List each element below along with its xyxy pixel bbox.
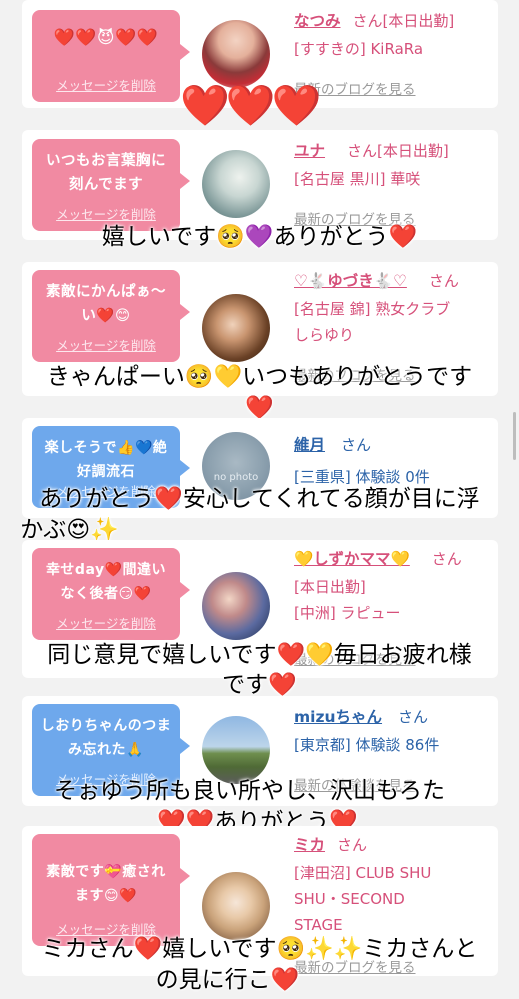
avatar[interactable] xyxy=(202,872,270,940)
overlay-caption: そぉゆう所も良い所やし、沢山もろた xyxy=(54,778,445,804)
shop-info[interactable]: [中洲] ラピュー xyxy=(294,600,494,626)
overlay-caption: ミカさん❤️嬉しいです🥺✨✨ミカさんと xyxy=(41,936,478,962)
hearts-overlay: ❤️❤️❤️ xyxy=(180,83,321,129)
honorific: さん xyxy=(428,272,459,290)
message-text: 素敵です💝癒されます😊❤️ xyxy=(46,864,166,904)
status-info: [本日出勤] xyxy=(294,578,366,596)
shop-info-cont[interactable]: しらゆり xyxy=(294,322,494,348)
message-text: ❤️❤️😈❤️❤️ xyxy=(53,28,159,48)
message-text: 素敵にかんぱぁ〜い❤️😊 xyxy=(46,284,166,324)
delete-message-link[interactable]: メッセージを削除 xyxy=(32,335,180,354)
overlay-caption: 嬉しいです🥺💜ありがとう❤️ xyxy=(101,224,418,250)
message-text: いつもお言葉胸に刻んでます xyxy=(46,153,166,193)
honorific: さん xyxy=(337,836,368,854)
message-bubble: 素敵です💝癒されます😊❤️ メッセージを削除 xyxy=(32,834,190,946)
message-bubble: いつもお言葉胸に刻んでます メッセージを削除 xyxy=(32,139,190,231)
overlay-caption: きゃんぱーい🥺💛いつもありがとうです xyxy=(46,364,473,390)
avatar[interactable] xyxy=(202,150,270,218)
delete-message-link[interactable]: メッセージを削除 xyxy=(32,75,180,94)
message-bubble: 幸せday❤️間違いなく後者😏❤️ メッセージを削除 xyxy=(32,548,190,640)
message-text: しおりちゃんのつまみ忘れた🙏 xyxy=(40,718,172,758)
delete-message-link[interactable]: メッセージを削除 xyxy=(32,613,180,632)
avatar[interactable] xyxy=(202,20,270,88)
honorific: さん xyxy=(398,708,429,726)
avatar[interactable] xyxy=(202,716,270,784)
user-name-link[interactable]: mizuちゃん xyxy=(294,708,382,726)
message-bubble: 素敵にかんぱぁ〜い❤️😊 メッセージを削除 xyxy=(32,270,190,362)
shop-info[interactable]: [すすきの] KiRaRa xyxy=(294,36,494,62)
message-text: 幸せday❤️間違いなく後者😏❤️ xyxy=(45,562,167,602)
shop-info[interactable]: [名古屋 錦] 熟女クラブ xyxy=(294,296,494,322)
avatar[interactable] xyxy=(202,572,270,640)
cast-name-link[interactable]: 💛しずかママ💛 xyxy=(294,550,410,568)
shop-info[interactable]: [名古屋 黒川] 華咲 xyxy=(294,166,494,192)
overlay-caption: ありがとう❤️安心してくれてる顔が目に浮 xyxy=(39,486,480,512)
message-bubble: ❤️❤️😈❤️❤️ メッセージを削除 xyxy=(32,10,190,102)
cast-name-link[interactable]: ♡🐇ゆづき🐇♡ xyxy=(294,272,407,290)
no-photo-label: no photo xyxy=(213,472,259,483)
delete-message-link[interactable]: メッセージを削除 xyxy=(32,204,180,223)
shop-info-cont[interactable]: SHU・SECOND xyxy=(294,886,494,912)
message-text: 楽しそうで👍💙絶好調流石 xyxy=(44,440,168,480)
shop-info[interactable]: [津田沼] CLUB SHU xyxy=(294,860,494,886)
cast-name-link[interactable]: なつみ xyxy=(294,12,341,30)
honorific: さん xyxy=(431,550,462,568)
honorific: さん[本日出勤] xyxy=(352,12,455,30)
avatar[interactable] xyxy=(202,294,270,362)
user-name-link[interactable]: 維月 xyxy=(294,436,325,454)
honorific: さん xyxy=(341,436,372,454)
overlay-caption: 同じ意見で嬉しいです❤️💛毎日お疲れ様 xyxy=(47,642,472,668)
cast-name-link[interactable]: ユナ xyxy=(294,142,325,160)
cast-name-link[interactable]: ミカ xyxy=(294,836,325,854)
overlay-caption: の見に行こ❤️ xyxy=(155,967,300,993)
scrollbar[interactable] xyxy=(513,412,516,460)
honorific: さん[本日出勤] xyxy=(347,142,449,160)
review-info[interactable]: [東京都] 体験談 86件 xyxy=(294,732,494,758)
